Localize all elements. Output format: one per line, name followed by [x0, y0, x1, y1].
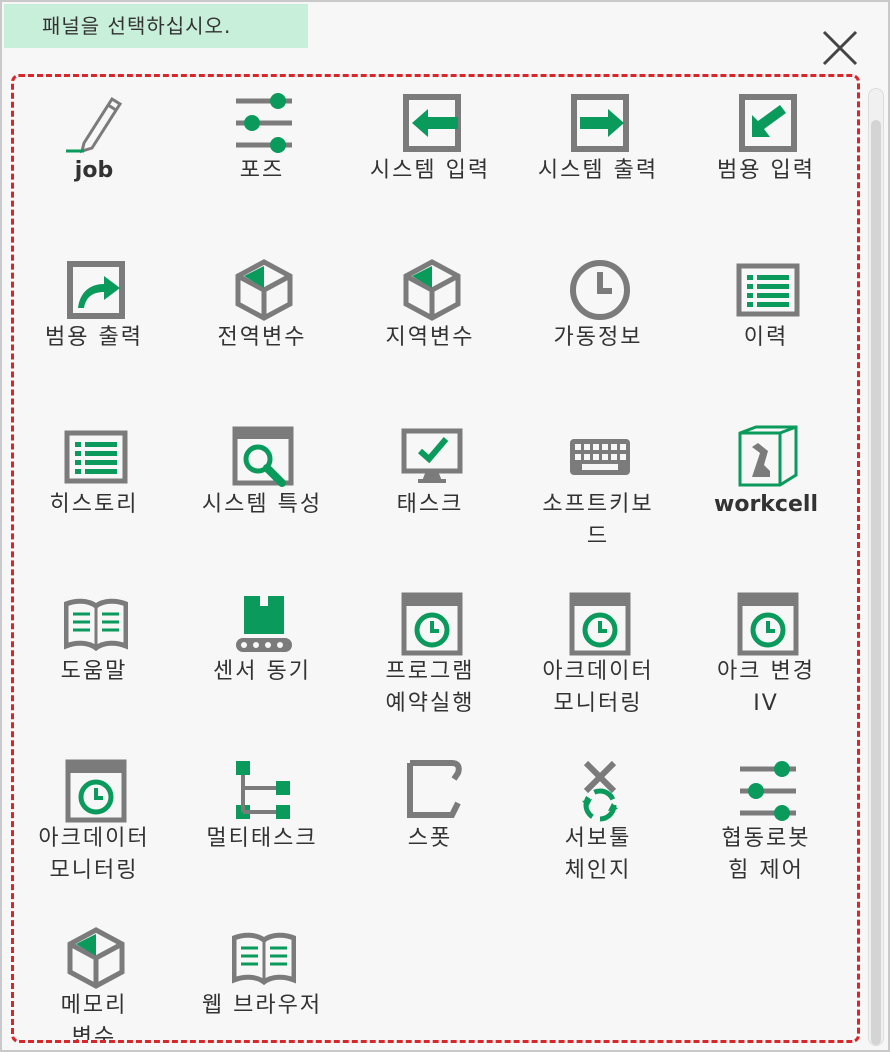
- panel-item[interactable]: 멀티태스크: [182, 749, 342, 899]
- panel-item-label: 아크데이터 모니터링: [542, 659, 654, 716]
- close-icon[interactable]: [816, 24, 864, 72]
- clock-icon: [568, 258, 632, 322]
- panel-item-label: 도움말: [60, 659, 128, 684]
- robot-cell-icon: [736, 425, 800, 489]
- panel-item[interactable]: 태스크: [350, 415, 510, 565]
- panel-item-label: 이력: [743, 325, 789, 350]
- panel-item[interactable]: 범용 출력: [14, 248, 174, 398]
- cube-icon: [232, 258, 296, 322]
- panel-item-label: 아크 변경 IV: [717, 659, 815, 716]
- magnifier-window-icon: [232, 425, 296, 489]
- panel-item-label: 소프트키보 드: [542, 492, 654, 549]
- general-output-icon: [64, 258, 128, 322]
- panel-item-label: 전역변수: [217, 325, 307, 350]
- clock-window-icon: [64, 759, 128, 823]
- panel-item[interactable]: 이력: [686, 248, 846, 398]
- panel-item[interactable]: workcell: [686, 415, 846, 565]
- panel-item[interactable]: 전역변수: [182, 248, 342, 398]
- panel-item[interactable]: 협동로봇 힘 제어: [686, 749, 846, 899]
- panel-item-label: 서보툴 체인지: [564, 826, 632, 883]
- panel-item-label: 포즈: [239, 158, 285, 183]
- panel-item[interactable]: 아크데이터 모니터링: [14, 749, 174, 899]
- panel-item-label: 시스템 특성: [201, 492, 323, 517]
- clock-window-icon: [400, 592, 464, 656]
- cube-icon: [64, 926, 128, 990]
- panel-item[interactable]: 웹 브라우저: [182, 916, 342, 1040]
- book-icon: [232, 926, 296, 990]
- panel-item[interactable]: 프로그램 예약실행: [350, 582, 510, 732]
- panel-item[interactable]: 범용 입력: [686, 81, 846, 231]
- panel-item-label: 메모리 변수: [60, 993, 128, 1043]
- panel-item-label: 센서 동기: [213, 659, 311, 684]
- conveyor-icon: [232, 592, 296, 656]
- list-icon: [736, 258, 800, 322]
- cube-icon: [400, 258, 464, 322]
- instruction-banner: 패널을 선택하십시오.: [4, 4, 308, 48]
- panel-item[interactable]: 아크 변경 IV: [686, 582, 846, 732]
- panel-item[interactable]: 센서 동기: [182, 582, 342, 732]
- panel-item[interactable]: 도움말: [14, 582, 174, 732]
- tool-change-icon: [568, 759, 632, 823]
- panel-item[interactable]: 서보툴 체인지: [518, 749, 678, 899]
- panel-item[interactable]: 아크데이터 모니터링: [518, 582, 678, 732]
- pencil-icon: [64, 91, 128, 155]
- panel-item-label: 범용 출력: [45, 325, 143, 350]
- multitask-icon: [232, 759, 296, 823]
- panel-item-label: 멀티태스크: [206, 826, 318, 851]
- panel-item[interactable]: 스폿: [350, 749, 510, 899]
- panel-item-label: 프로그램 예약실행: [385, 659, 475, 716]
- panel-item[interactable]: 소프트키보 드: [518, 415, 678, 565]
- output-arrow-icon: [568, 91, 632, 155]
- panel-item[interactable]: 포즈: [182, 81, 342, 231]
- scrollbar-thumb[interactable]: [871, 120, 881, 1045]
- panel-item-label: job: [74, 158, 114, 183]
- panel-item-label: workcell: [714, 492, 818, 517]
- book-icon: [64, 592, 128, 656]
- keyboard-icon: [568, 425, 632, 489]
- general-input-icon: [736, 91, 800, 155]
- spot-gun-icon: [400, 759, 464, 823]
- panel-item-label: 협동로봇 힘 제어: [721, 826, 811, 883]
- sliders-icon: [232, 91, 296, 155]
- panel-item-label: 시스템 입력: [369, 158, 491, 183]
- panel-item[interactable]: 시스템 입력: [350, 81, 510, 231]
- panel-grid: job 포즈 시스템 입력 시스템 출력 범용 입력범용 출력 전역변수 지역변수 가동정보 이…: [11, 74, 860, 1043]
- panel-item[interactable]: 지역변수: [350, 248, 510, 398]
- panel-item-label: 가동정보: [553, 325, 643, 350]
- clock-window-icon: [736, 592, 800, 656]
- panel-item-label: 범용 입력: [717, 158, 815, 183]
- panel-item-label: 히스토리: [49, 492, 139, 517]
- panel-item[interactable]: 메모리 변수: [14, 916, 174, 1043]
- panel-item-label: 태스크: [396, 492, 464, 517]
- panel-item[interactable]: 시스템 출력: [518, 81, 678, 231]
- panel-item[interactable]: job: [14, 81, 174, 231]
- panel-item-label: 지역변수: [385, 325, 475, 350]
- panel-item-label: 아크데이터 모니터링: [38, 826, 150, 883]
- input-arrow-icon: [400, 91, 464, 155]
- monitor-check-icon: [400, 425, 464, 489]
- panel-item-label: 웹 브라우저: [201, 993, 323, 1018]
- panel-item-label: 스폿: [407, 826, 453, 851]
- panel-item[interactable]: 가동정보: [518, 248, 678, 398]
- clock-window-icon: [568, 592, 632, 656]
- panel-item-label: 시스템 출력: [537, 158, 659, 183]
- sliders-icon: [736, 759, 800, 823]
- list-icon: [64, 425, 128, 489]
- panel-item[interactable]: 히스토리: [14, 415, 174, 565]
- panel-item[interactable]: 시스템 특성: [182, 415, 342, 565]
